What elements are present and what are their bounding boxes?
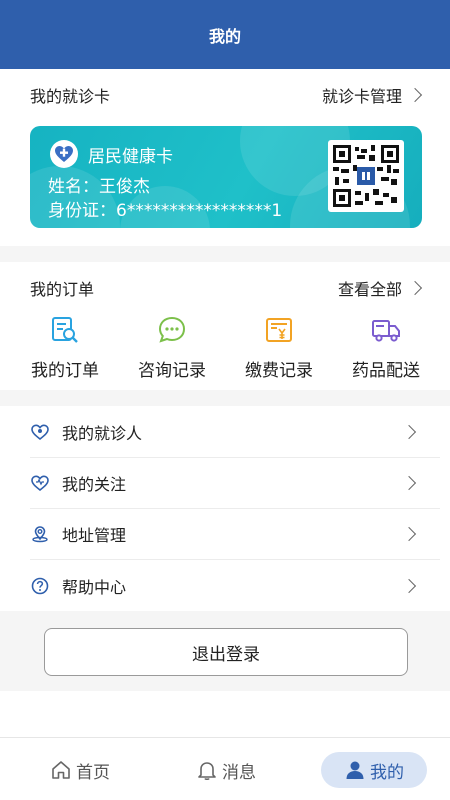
order-search-icon: [52, 317, 78, 343]
menu-label-help-center: 帮助中心: [62, 577, 127, 597]
health-card[interactable]: 居民健康卡 姓名：王俊杰 身份证：6*****************1: [30, 126, 422, 228]
consultation-records-label: 咨询记录: [138, 361, 206, 381]
user-icon: [346, 761, 364, 779]
tab-mine-label: 我的: [370, 762, 404, 783]
card-holder-name: 姓名：王俊杰: [48, 177, 150, 197]
heart-icon: [31, 475, 49, 492]
location-icon: [32, 526, 48, 543]
tab-home[interactable]: 首页: [40, 752, 120, 788]
card-management-label: 就诊卡管理: [321, 87, 402, 106]
home-icon: [52, 761, 70, 779]
qr-code-icon[interactable]: [328, 140, 404, 212]
menu-label-address: 地址管理: [62, 526, 127, 545]
section-divider: [0, 246, 450, 262]
bottom-tab-bar: 首页 消息 我的: [0, 737, 450, 800]
tab-messages-label: 消息: [222, 762, 256, 783]
chevron-right-icon: [407, 280, 423, 296]
orders-section-header: 我的订单 查看全部: [0, 263, 450, 313]
menu-item-address[interactable]: 地址管理: [30, 509, 440, 560]
payment-receipt-icon: [266, 318, 292, 342]
card-section-title: 我的就诊卡: [30, 87, 111, 106]
tab-home-label: 首页: [76, 762, 110, 783]
delivery-truck-icon: [372, 320, 400, 342]
section-divider: [0, 390, 450, 406]
menu-item-my-patients[interactable]: 我的就诊人: [30, 407, 440, 458]
orders-section-title: 我的订单: [30, 280, 95, 299]
chevron-right-icon: [401, 424, 417, 440]
my-orders-label: 我的订单: [31, 361, 99, 381]
chat-bubble-icon: [158, 316, 186, 343]
chevron-right-icon: [401, 475, 417, 491]
payment-records-shortcut[interactable]: 缴费记录: [224, 310, 334, 381]
medicine-delivery-shortcut[interactable]: 药品配送: [331, 310, 441, 381]
payment-records-label: 缴费记录: [245, 361, 313, 381]
medicine-delivery-label: 药品配送: [352, 361, 420, 381]
health-card-logo-icon: [50, 140, 78, 168]
my-orders-shortcut[interactable]: 我的订单: [10, 310, 120, 381]
menu-item-help-center[interactable]: 帮助中心: [30, 560, 440, 611]
page-header: 我的: [0, 0, 450, 69]
menu-label-my-follows: 我的关注: [62, 475, 127, 494]
card-section-header: 我的就诊卡 就诊卡管理: [0, 70, 450, 120]
page-title: 我的: [208, 26, 241, 46]
card-management-link[interactable]: 就诊卡管理: [321, 83, 423, 107]
bell-icon: [198, 762, 216, 781]
menu-label-my-patients: 我的就诊人: [62, 424, 143, 443]
menu-item-my-follows[interactable]: 我的关注: [30, 458, 440, 509]
logout-button[interactable]: 退出登录: [44, 628, 408, 676]
order-shortcuts: 我的订单 咨询记录 缴费记录 药品配送: [0, 310, 450, 390]
view-all-orders-link[interactable]: 查看全部: [337, 276, 423, 300]
chevron-right-icon: [401, 526, 417, 542]
patient-icon: [31, 424, 49, 441]
health-card-title: 居民健康卡: [88, 147, 173, 167]
consultation-records-shortcut[interactable]: 咨询记录: [117, 310, 227, 381]
help-icon: [31, 577, 49, 594]
chevron-right-icon: [401, 578, 417, 593]
tab-messages[interactable]: 消息: [186, 752, 266, 788]
chevron-right-icon: [407, 87, 423, 103]
tab-mine[interactable]: 我的: [321, 752, 427, 788]
card-holder-id: 身份证：6*****************1: [48, 201, 283, 221]
view-all-label: 查看全部: [337, 280, 402, 299]
